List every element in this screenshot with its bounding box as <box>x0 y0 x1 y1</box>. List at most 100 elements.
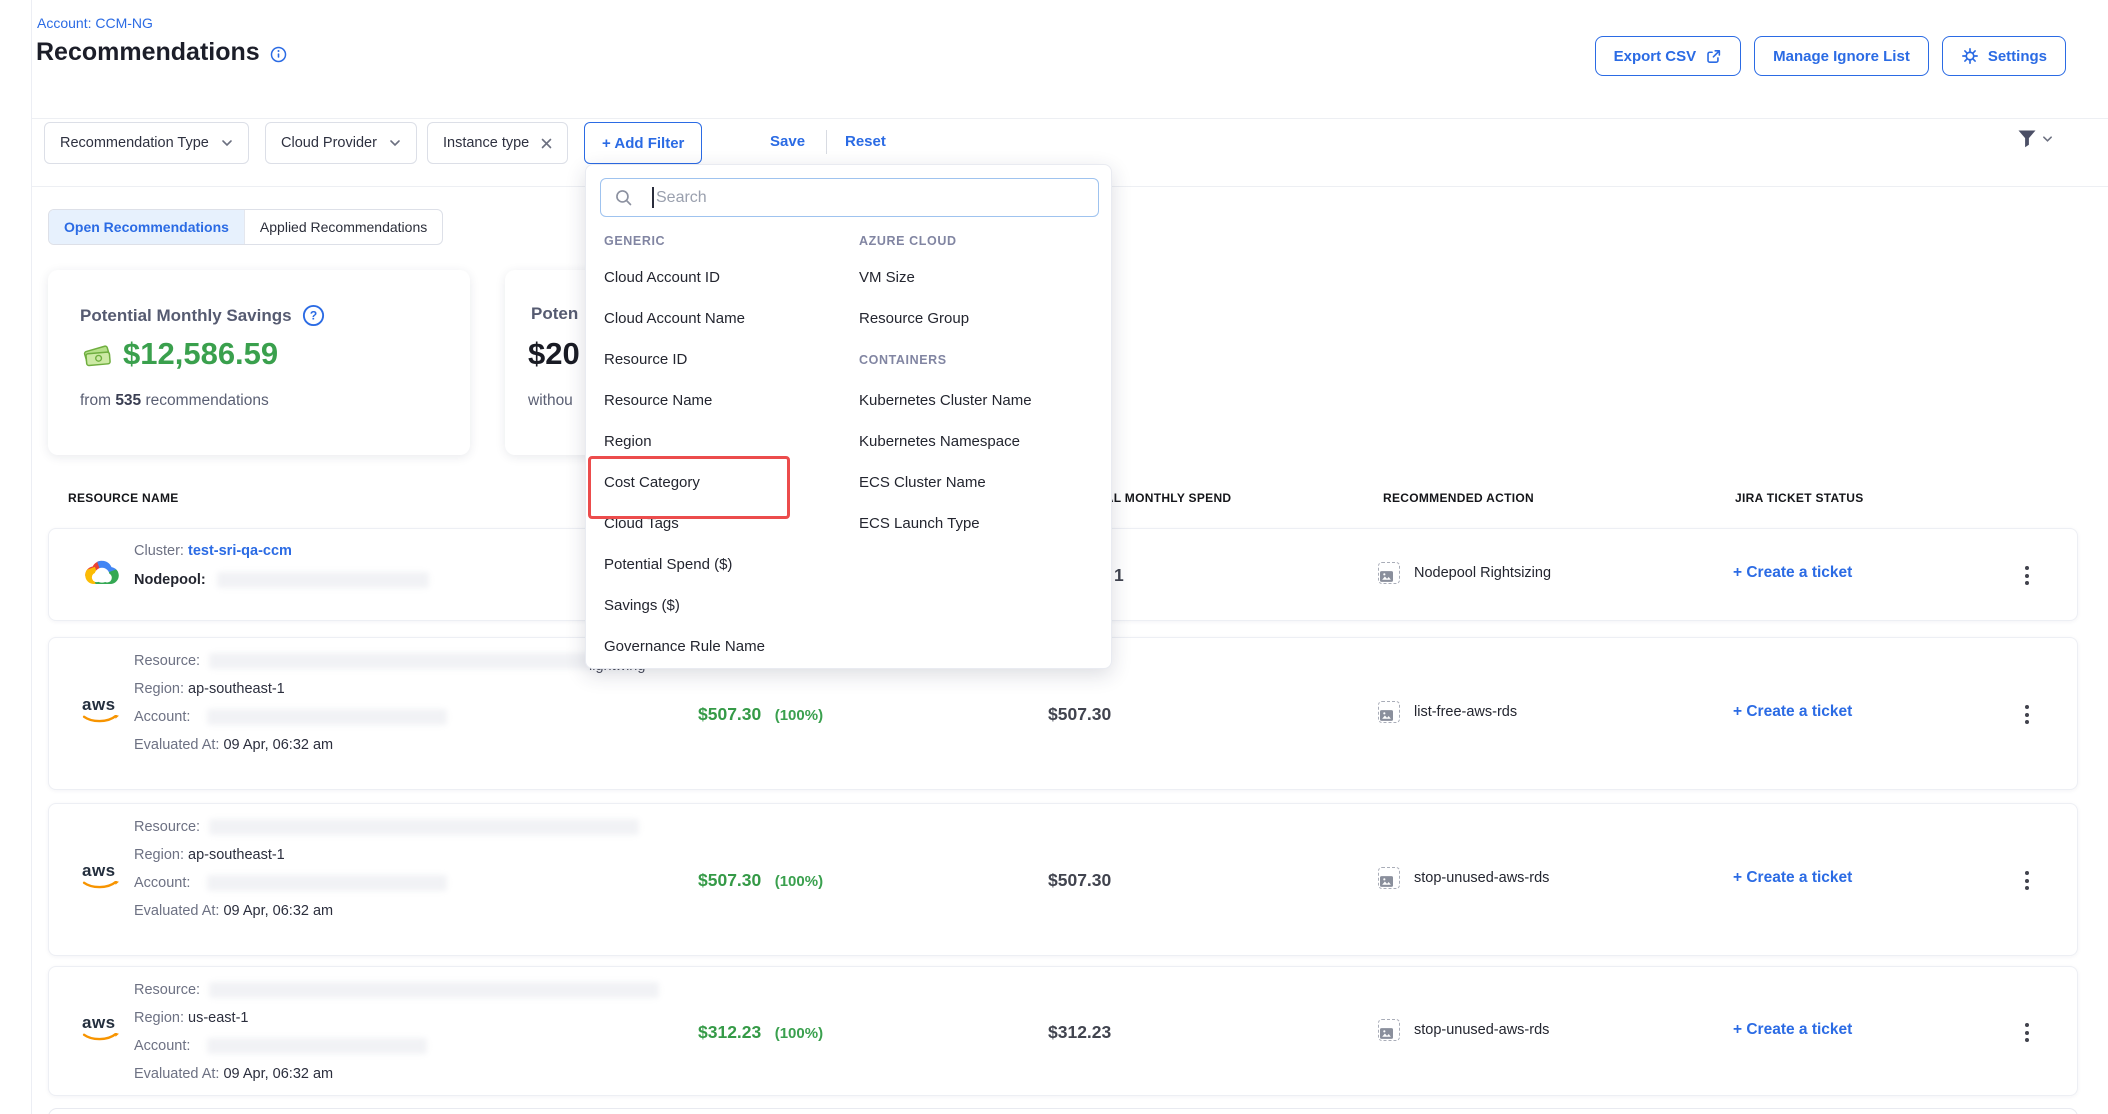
filter-option-resource-id[interactable]: Resource ID <box>604 351 687 368</box>
evaluated-value: 09 Apr, 06:32 am <box>223 737 333 753</box>
add-filter-dropdown: GENERIC Cloud Account ID Cloud Account N… <box>585 164 1112 669</box>
cluster-line: Cluster: test-sri-qa-ccm <box>134 541 292 561</box>
potential-monthly-savings-card: Potential Monthly Savings ? $12,586.59 f… <box>48 270 470 455</box>
filter-chip-label: Recommendation Type <box>60 135 209 151</box>
savings-cell: $507.30 (100%) <box>698 870 823 891</box>
resource-label: Resource: <box>134 982 200 998</box>
region-label: Region: <box>134 681 184 697</box>
info-icon[interactable] <box>270 46 287 63</box>
row-menu-kebab[interactable] <box>2022 868 2032 893</box>
cluster-name-link[interactable]: test-sri-qa-ccm <box>188 543 292 559</box>
help-icon[interactable]: ? <box>302 304 325 327</box>
savings-percent: (100%) <box>775 707 823 724</box>
filter-option-cloud-account-name[interactable]: Cloud Account Name <box>604 310 745 327</box>
region-value: ap-southeast-1 <box>188 847 285 863</box>
redacted-account-value <box>207 875 447 891</box>
nodepool-label: Nodepool: <box>134 572 206 588</box>
row-menu-kebab[interactable] <box>2022 1020 2032 1045</box>
region-value: us-east-1 <box>188 1010 248 1026</box>
monthly-spend-value: $507.30 <box>1048 704 1111 725</box>
recommended-action-cell: stop-unused-aws-rds <box>1378 867 1549 889</box>
tab-applied-recommendations[interactable]: Applied Recommendations <box>245 210 442 244</box>
filter-panel-toggle[interactable] <box>2016 129 2053 149</box>
create-ticket-link[interactable]: + Create a ticket <box>1733 1021 1852 1039</box>
content-left-border <box>31 0 32 1114</box>
filter-chip-label: Instance type <box>443 135 529 151</box>
search-input[interactable] <box>601 179 1098 216</box>
create-ticket-link[interactable]: + Create a ticket <box>1733 869 1852 887</box>
filter-option-kubernetes-namespace[interactable]: Kubernetes Namespace <box>859 433 1020 450</box>
recommended-action-cell: Nodepool Rightsizing <box>1378 562 1551 584</box>
gear-icon <box>1961 47 1979 65</box>
filter-option-ecs-cluster-name[interactable]: ECS Cluster Name <box>859 474 986 491</box>
resource-line: Resource: <box>134 817 200 837</box>
page-title: Recommendations <box>36 38 287 67</box>
recommended-action-label: Nodepool Rightsizing <box>1414 565 1551 581</box>
filter-option-vm-size[interactable]: VM Size <box>859 269 915 286</box>
filter-chip-label: Cloud Provider <box>281 135 377 151</box>
savings-cell: $507.30 (100%) <box>698 704 823 725</box>
redacted-nodepool-value <box>217 572 429 588</box>
svg-text:?: ? <box>309 309 316 323</box>
close-icon[interactable] <box>541 138 552 149</box>
manage-ignore-list-label: Manage Ignore List <box>1773 48 1910 65</box>
action-image-placeholder-icon <box>1378 562 1400 584</box>
aws-logo-icon: aws <box>82 1014 120 1049</box>
filter-option-governance-rule-name[interactable]: Governance Rule Name <box>604 638 765 655</box>
filter-option-cloud-account-id[interactable]: Cloud Account ID <box>604 269 720 286</box>
region-line: Region: us-east-1 <box>134 1008 248 1028</box>
manage-ignore-list-button[interactable]: Manage Ignore List <box>1754 36 1929 76</box>
save-filter-link[interactable]: Save <box>770 133 805 150</box>
action-image-placeholder-icon <box>1378 867 1400 889</box>
savings-value: $507.30 <box>698 870 761 890</box>
text-cursor <box>652 187 654 208</box>
settings-button[interactable]: Settings <box>1942 36 2066 76</box>
filter-option-kubernetes-cluster-name[interactable]: Kubernetes Cluster Name <box>859 392 1032 409</box>
breadcrumb-account-link[interactable]: Account: CCM-NG <box>37 15 153 31</box>
monthly-spend-value-partial: 1 <box>1114 565 1124 586</box>
filter-option-ecs-launch-type[interactable]: ECS Launch Type <box>859 515 980 532</box>
next-row-top-edge <box>48 1108 2078 1114</box>
savings-card-value-row: $12,586.59 <box>81 336 278 372</box>
filter-option-resource-group[interactable]: Resource Group <box>859 310 969 327</box>
tab-open-recommendations[interactable]: Open Recommendations <box>49 210 245 244</box>
filter-option-region[interactable]: Region <box>604 433 652 450</box>
row-menu-kebab[interactable] <box>2022 563 2032 588</box>
column-header-recommended-action: RECOMMENDED ACTION <box>1383 491 1534 505</box>
chevron-down-icon[interactable] <box>221 139 233 147</box>
add-filter-button[interactable]: + Add Filter <box>584 122 702 164</box>
aws-logo-icon: aws <box>82 696 120 731</box>
savings-sub-suffix: recommendations <box>146 392 269 409</box>
export-csv-button[interactable]: Export CSV <box>1595 36 1742 76</box>
filter-option-savings[interactable]: Savings ($) <box>604 597 680 614</box>
create-ticket-link[interactable]: + Create a ticket <box>1733 564 1852 582</box>
monthly-spend-value: $507.30 <box>1048 870 1111 891</box>
filter-chip-instance-type[interactable]: Instance type <box>427 122 568 164</box>
nodepool-line: Nodepool: <box>134 570 206 590</box>
resource-line: Resource: <box>134 980 200 1000</box>
reset-filter-link[interactable]: Reset <box>845 133 886 150</box>
cluster-label: Cluster: <box>134 543 184 559</box>
section-heading-generic: GENERIC <box>604 234 665 248</box>
filter-chip-recommendation-type[interactable]: Recommendation Type <box>44 122 249 164</box>
chevron-down-icon[interactable] <box>389 139 401 147</box>
table-row: aws Resource: Region: us-east-1 Account:… <box>48 966 2078 1096</box>
savings-percent: (100%) <box>775 1025 823 1042</box>
filter-option-resource-name[interactable]: Resource Name <box>604 392 712 409</box>
partial-card-value: $20 <box>528 336 580 372</box>
redacted-resource-value <box>209 819 639 835</box>
account-line: Account: <box>134 873 190 893</box>
section-heading-containers: CONTAINERS <box>859 353 947 367</box>
funnel-icon <box>2016 129 2038 149</box>
filter-option-potential-spend[interactable]: Potential Spend ($) <box>604 556 732 573</box>
settings-label: Settings <box>1988 48 2047 65</box>
external-link-icon <box>1705 48 1722 65</box>
header-divider <box>32 118 2108 119</box>
filter-chip-cloud-provider[interactable]: Cloud Provider <box>265 122 417 164</box>
region-label: Region: <box>134 1010 184 1026</box>
header-actions: Export CSV Manage Ignore List Settings <box>1595 36 2066 76</box>
row-menu-kebab[interactable] <box>2022 702 2032 727</box>
aws-logo-icon: aws <box>82 862 120 897</box>
create-ticket-link[interactable]: + Create a ticket <box>1733 703 1852 721</box>
section-heading-azure-cloud: AZURE CLOUD <box>859 234 957 248</box>
